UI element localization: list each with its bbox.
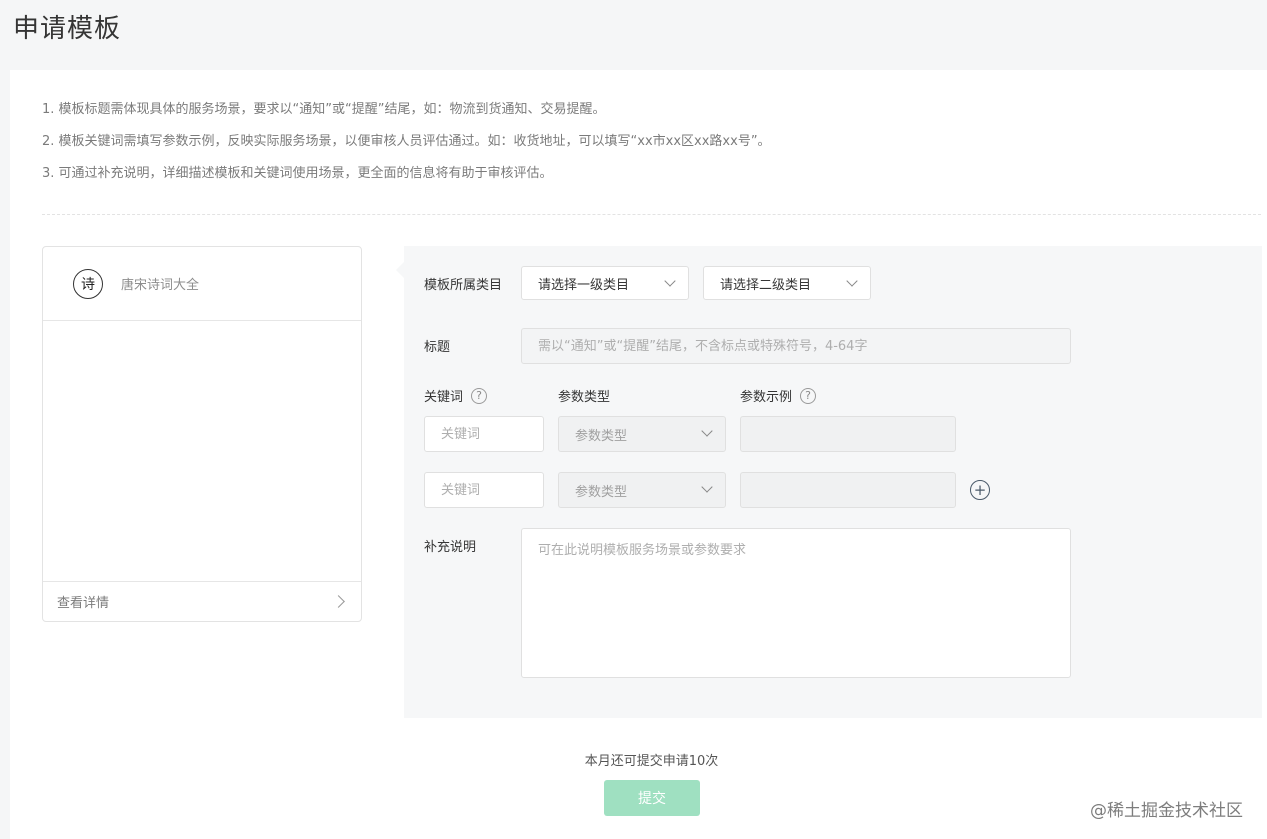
tip-item: 1. 模板标题需体现具体的服务场景，要求以“通知”或“提醒”结尾，如：物流到货通… (42, 102, 606, 117)
view-details-label: 查看详情 (57, 596, 110, 611)
param-example-header-label: 参数示例 (740, 390, 793, 405)
help-icon[interactable]: ? (800, 387, 817, 404)
app-name: 唐宋诗词大全 (121, 278, 200, 293)
param-type-select[interactable]: 参数类型 (558, 472, 726, 508)
help-icon[interactable]: ? (471, 387, 488, 404)
param-example-header: 参数示例 ? (740, 386, 817, 405)
keyword-input[interactable] (424, 416, 544, 452)
template-form: 模板所属类目 请选择一级类目 请选择二级类目 标题 关键词 ? 参数类型 参数示… (396, 246, 1262, 718)
param-example-input[interactable] (740, 416, 956, 452)
title-label: 标题 (424, 340, 451, 355)
chevron-down-icon (701, 481, 713, 493)
chevron-down-icon (701, 425, 713, 437)
add-keyword-icon[interactable]: + (970, 480, 990, 500)
keyword-input[interactable] (424, 472, 544, 508)
param-type-value: 参数类型 (575, 484, 628, 500)
category-level2-value: 请选择二级类目 (720, 277, 812, 293)
remark-textarea[interactable] (521, 528, 1071, 678)
template-preview-card: 诗 唐宋诗词大全 查看详情 (42, 246, 362, 622)
param-type-value: 参数类型 (575, 428, 628, 444)
chevron-down-icon (846, 275, 858, 287)
chevron-right-icon (332, 595, 345, 608)
remark-label: 补充说明 (424, 540, 477, 555)
preview-header: 诗 唐宋诗词大全 (43, 247, 361, 321)
category-label: 模板所属类目 (424, 278, 503, 293)
dashed-divider (42, 214, 1261, 215)
category-level1-select[interactable]: 请选择一级类目 (521, 266, 689, 300)
page-title: 申请模板 (13, 14, 122, 44)
view-details-link[interactable]: 查看详情 (43, 581, 361, 621)
param-type-header: 参数类型 (558, 390, 611, 405)
chevron-down-icon (664, 275, 676, 287)
keyword-header-label: 关键词 (424, 390, 464, 405)
param-example-input[interactable] (740, 472, 956, 508)
submission-quota: 本月还可提交申请10次 (584, 754, 719, 769)
app-logo-icon: 诗 (73, 268, 103, 299)
param-type-select[interactable]: 参数类型 (558, 416, 726, 452)
keyword-header: 关键词 ? (424, 386, 488, 405)
tip-item: 3. 可通过补充说明，详细描述模板和关键词使用场景，更全面的信息将有助于审核评估… (42, 166, 553, 181)
category-level2-select[interactable]: 请选择二级类目 (703, 266, 871, 300)
submit-button[interactable]: 提交 (604, 780, 700, 816)
form-pointer-arrow (396, 262, 404, 278)
category-level1-value: 请选择一级类目 (538, 277, 630, 293)
title-input[interactable] (521, 328, 1071, 364)
watermark: @稀土掘金技术社区 (1090, 801, 1243, 821)
tips-list: 1. 模板标题需体现具体的服务场景，要求以“通知”或“提醒”结尾，如：物流到货通… (42, 100, 771, 196)
main-card: 1. 模板标题需体现具体的服务场景，要求以“通知”或“提醒”结尾，如：物流到货通… (10, 70, 1267, 839)
tip-item: 2. 模板关键词需填写参数示例，反映实际服务场景，以便审核人员评估通过。如：收货… (42, 134, 771, 149)
